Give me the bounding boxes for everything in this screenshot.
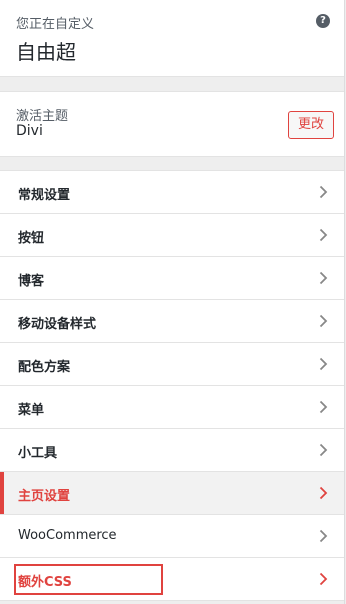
menu-item-label: 小工具 [18,446,58,461]
site-title: 自由超 [16,40,76,64]
menu-item-color-schemes[interactable]: 配色方案 [0,343,344,386]
menu-item-label: WooCommerce [18,528,117,543]
menu-item-label: 配色方案 [18,360,71,375]
active-theme-section: 激活主题 Divi 更改 [0,91,344,157]
chevron-right-icon [319,572,328,586]
active-theme-name: Divi [16,123,43,139]
help-icon[interactable]: ? [316,14,330,28]
chevron-right-icon [319,486,328,500]
menu-item-label: 博客 [18,274,45,289]
menu-item-label: 移动设备样式 [18,317,97,332]
menu-item-general-settings[interactable]: 常规设置 [0,171,344,214]
menu-item-widgets[interactable]: 小工具 [0,429,344,472]
menu-item-label: 菜单 [18,403,45,418]
menu-item-blog[interactable]: 博客 [0,257,344,300]
chevron-right-icon [319,314,328,328]
menu-item-homepage-settings[interactable]: 主页设置 [0,472,344,515]
menu-item-label: 主页设置 [18,489,71,504]
customizer-menu: 常规设置 按钮 博客 移动设备样式 配色方案 菜单 小工具 主页设置 WooCo… [0,170,344,601]
chevron-right-icon [319,400,328,414]
chevron-right-icon [319,357,328,371]
customizer-panel: 您正在自定义 自由超 ? 激活主题 Divi 更改 常规设置 按钮 博客 移动设… [0,0,345,604]
menu-item-mobile-styles[interactable]: 移动设备样式 [0,300,344,343]
chevron-right-icon [319,529,328,543]
menu-item-buttons[interactable]: 按钮 [0,214,344,257]
menu-item-label: 按钮 [18,231,45,246]
menu-item-menus[interactable]: 菜单 [0,386,344,429]
customizer-header: 您正在自定义 自由超 ? [0,0,344,77]
chevron-right-icon [319,185,328,199]
active-theme-label: 激活主题 [16,109,69,124]
chevron-right-icon [319,443,328,457]
change-theme-button[interactable]: 更改 [288,111,334,139]
chevron-right-icon [319,228,328,242]
customizing-label: 您正在自定义 [16,17,95,32]
menu-item-label: 额外CSS [18,575,72,590]
menu-item-woocommerce[interactable]: WooCommerce [0,515,344,558]
menu-item-additional-css[interactable]: 额外CSS [0,558,344,601]
chevron-right-icon [319,271,328,285]
menu-item-label: 常规设置 [18,188,71,203]
